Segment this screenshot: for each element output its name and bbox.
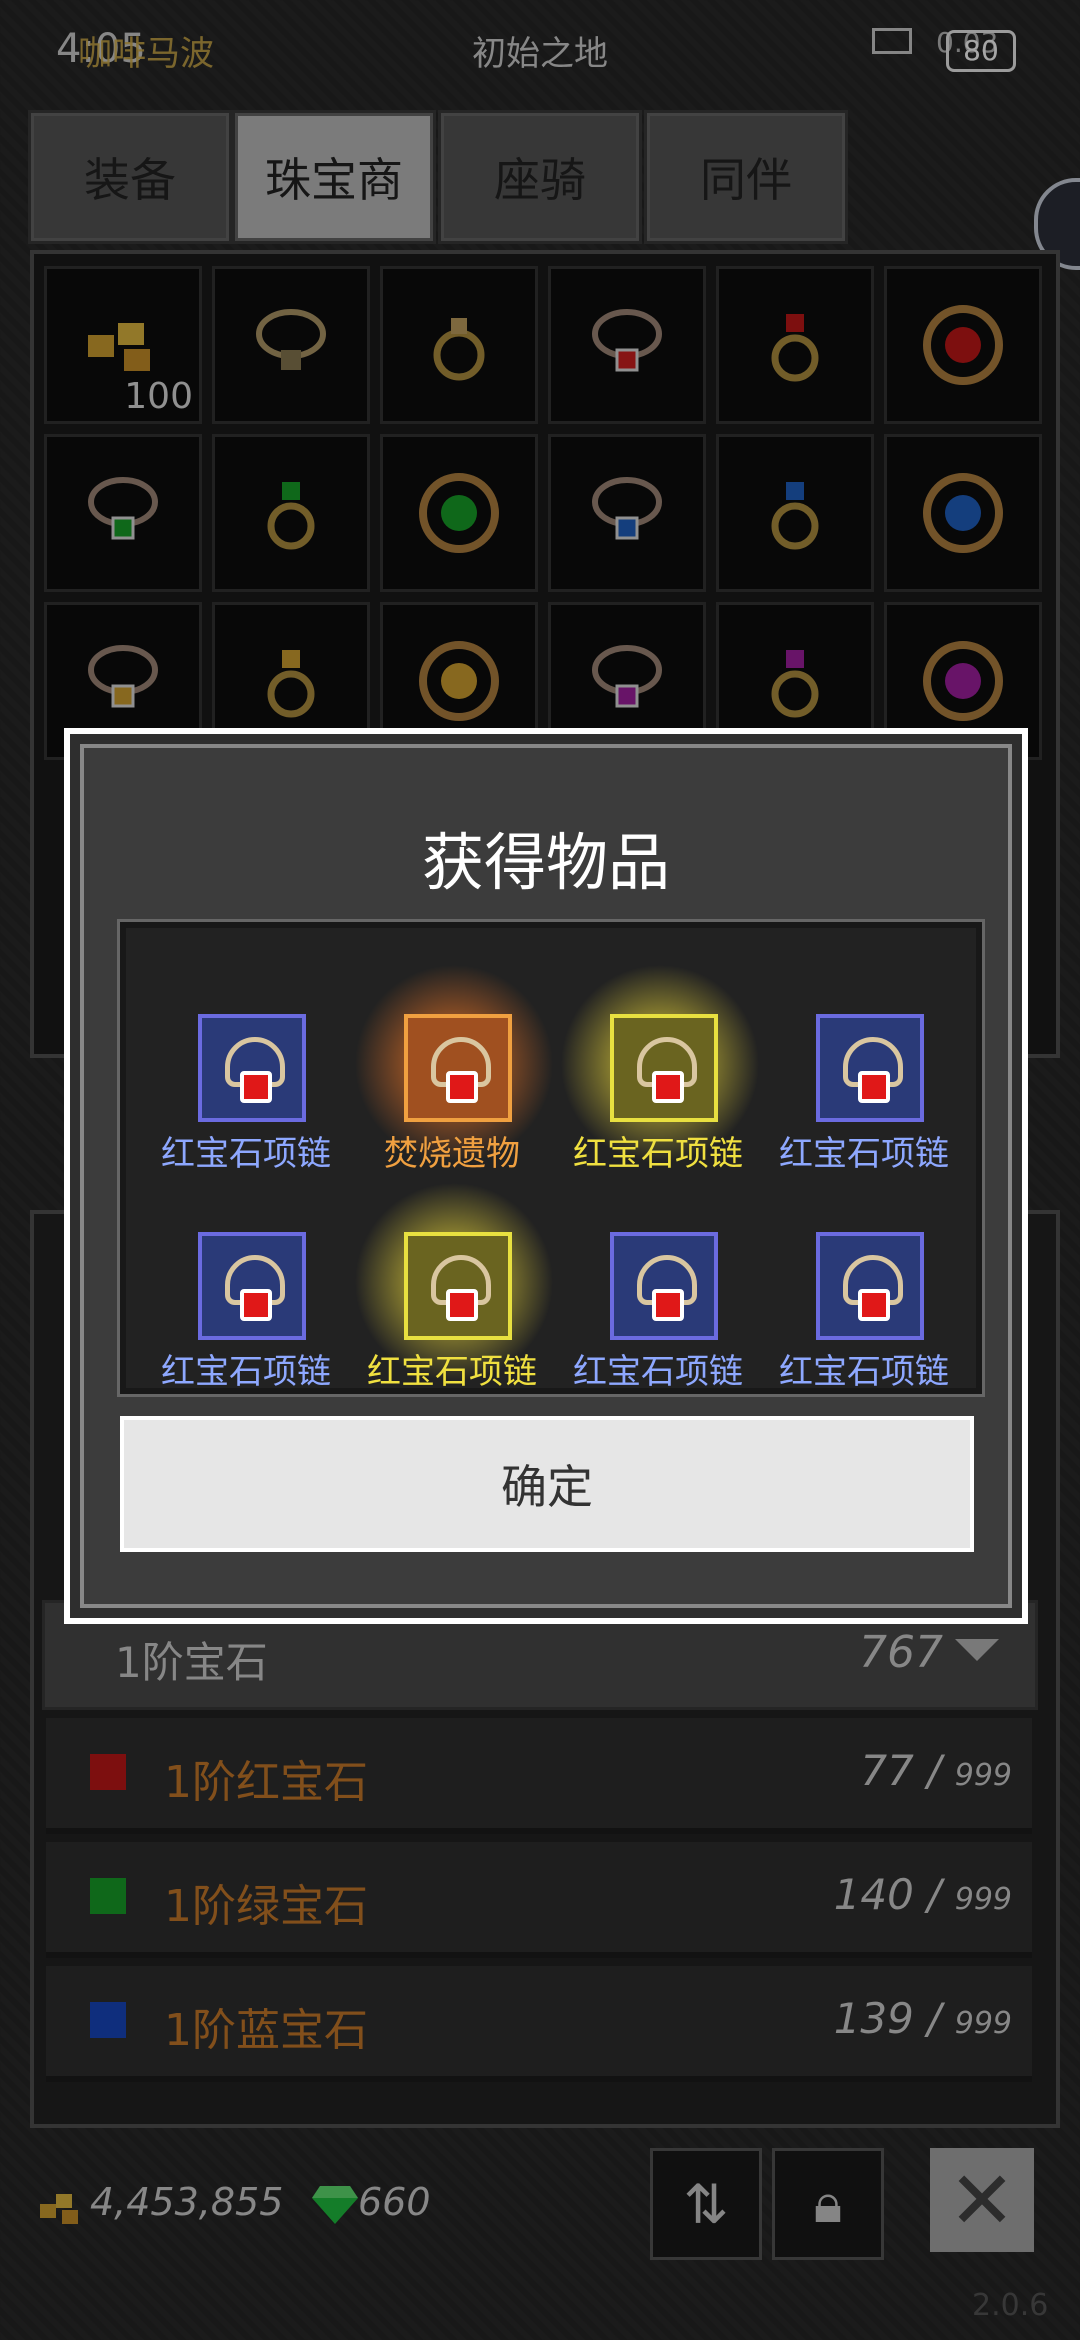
reward-item-name: 红宝石项链 bbox=[779, 1352, 949, 1392]
reward-item-name: 红宝石项链 bbox=[367, 1352, 537, 1392]
reward-item[interactable]: 红宝石项链 bbox=[764, 968, 964, 1174]
ruby-necklace-icon bbox=[198, 1014, 306, 1122]
ruby-necklace-icon bbox=[404, 1232, 512, 1340]
reward-item[interactable]: 红宝石项链 bbox=[764, 1186, 964, 1388]
reward-item-name: 焚烧遗物 bbox=[384, 1134, 520, 1174]
dialog-title: 获得物品 bbox=[421, 826, 670, 899]
obtained-items-list[interactable]: 红宝石项链 焚烧遗物 红宝石项链 红宝石项链 红宝石项链 红宝石项链 红宝石项链… bbox=[120, 922, 982, 1394]
ruby-necklace-icon bbox=[816, 1232, 924, 1340]
burning-relic-icon bbox=[404, 1014, 512, 1122]
reward-item[interactable]: 红宝石项链 bbox=[146, 968, 346, 1174]
reward-item[interactable]: 红宝石项链 bbox=[352, 1182, 554, 1388]
reward-item[interactable]: 焚烧遗物 bbox=[352, 964, 554, 1174]
reward-item-name: 红宝石项链 bbox=[161, 1352, 331, 1392]
obtained-items-dialog: 获得物品 红宝石项链 焚烧遗物 红宝石项链 红宝石项链 红宝石项链 红宝石项链 … bbox=[64, 728, 1028, 1624]
reward-item-name: 红宝石项链 bbox=[779, 1134, 949, 1174]
reward-item-name: 红宝石项链 bbox=[161, 1134, 331, 1174]
ruby-necklace-icon bbox=[610, 1014, 718, 1122]
ruby-necklace-icon bbox=[816, 1014, 924, 1122]
confirm-button[interactable]: 确定 bbox=[120, 1416, 974, 1552]
reward-item[interactable]: 红宝石项链 bbox=[558, 964, 760, 1174]
reward-item-name: 红宝石项链 bbox=[573, 1352, 743, 1392]
reward-item[interactable]: 红宝石项链 bbox=[558, 1186, 758, 1388]
ruby-necklace-icon bbox=[610, 1232, 718, 1340]
reward-item-name: 红宝石项链 bbox=[573, 1134, 743, 1174]
ruby-necklace-icon bbox=[198, 1232, 306, 1340]
reward-item[interactable]: 红宝石项链 bbox=[146, 1186, 346, 1388]
